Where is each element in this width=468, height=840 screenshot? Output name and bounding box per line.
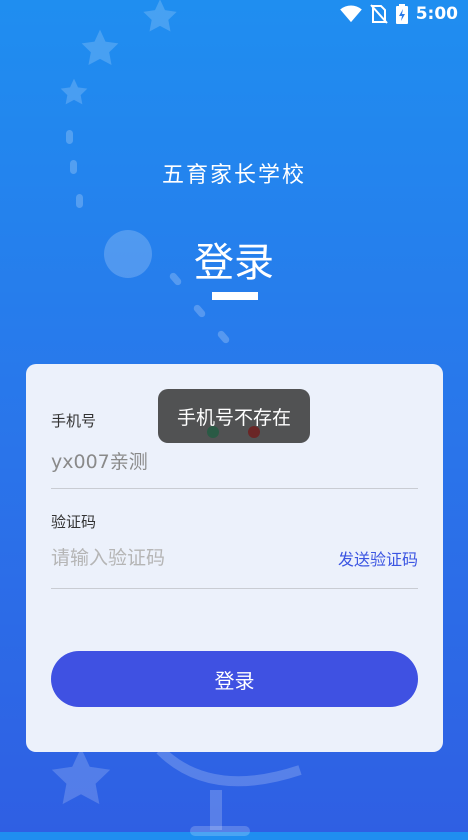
toast-dot-decoration [207, 426, 219, 438]
status-time: 5:00 [415, 4, 458, 24]
toast: 手机号不存在 [158, 389, 310, 443]
page-title: 登录 [194, 240, 274, 286]
dot-decoration [66, 130, 73, 144]
star-decoration-icon [51, 747, 111, 805]
login-button[interactable]: 登录 [51, 651, 418, 707]
dot-decoration [216, 329, 231, 345]
app-title: 五育家长学校 [161, 163, 306, 188]
dot-decoration [192, 303, 207, 319]
dot-decoration [76, 194, 83, 208]
phone-label: 手机号 [51, 412, 97, 430]
status-bar: 5:00 [0, 0, 468, 32]
code-divider [51, 588, 418, 589]
toast-dot-decoration [248, 426, 260, 438]
send-code-link[interactable]: 发送验证码 [338, 546, 418, 570]
code-label: 验证码 [51, 513, 97, 531]
code-input[interactable] [51, 540, 321, 576]
battery-charging-icon [395, 4, 408, 24]
title-underline [212, 292, 258, 300]
wifi-icon [339, 5, 362, 23]
star-decoration-icon [60, 78, 88, 105]
phone-divider [51, 488, 418, 489]
phone-input[interactable] [51, 442, 418, 478]
star-decoration-icon [81, 29, 119, 66]
toast-message: 手机号不存在 [176, 406, 291, 429]
no-sim-icon [369, 4, 388, 24]
